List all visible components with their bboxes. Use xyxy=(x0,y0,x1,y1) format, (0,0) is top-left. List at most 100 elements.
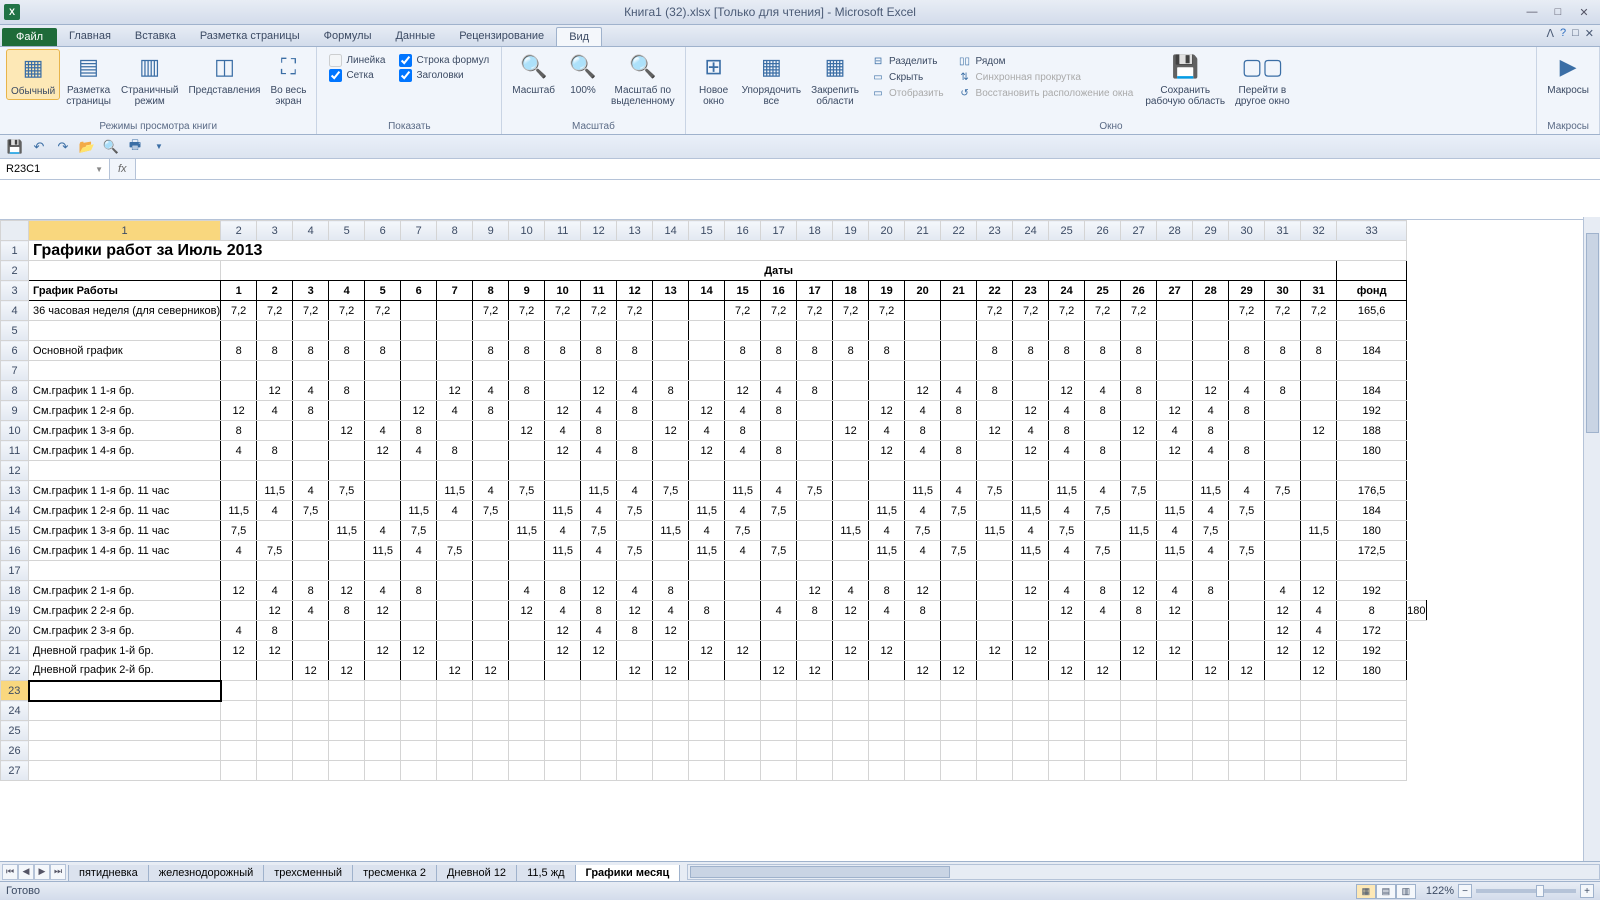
cell[interactable]: 12 xyxy=(1013,441,1049,461)
cell[interactable]: 7,5 xyxy=(437,541,473,561)
select-all-corner[interactable] xyxy=(1,221,29,241)
zoom-in-button[interactable]: + xyxy=(1580,884,1594,898)
cell[interactable] xyxy=(941,521,977,541)
gridlines-checkbox[interactable]: Сетка xyxy=(329,68,385,83)
cell[interactable] xyxy=(545,381,581,401)
cell[interactable]: 11,5 xyxy=(1013,501,1049,521)
cell[interactable] xyxy=(1121,461,1157,481)
cell[interactable]: 8 xyxy=(725,421,761,441)
cell[interactable] xyxy=(941,301,977,321)
cell[interactable] xyxy=(1157,361,1193,381)
cell[interactable]: 7,5 xyxy=(977,481,1013,501)
cell[interactable]: 4 xyxy=(941,381,977,401)
cell[interactable] xyxy=(833,361,869,381)
cell[interactable] xyxy=(581,561,617,581)
cell[interactable] xyxy=(1265,661,1301,681)
cell[interactable] xyxy=(365,481,401,501)
cell[interactable] xyxy=(833,461,869,481)
cell[interactable]: 12 xyxy=(545,641,581,661)
cell[interactable] xyxy=(1013,381,1049,401)
cell[interactable]: 7,5 xyxy=(905,521,941,541)
cell[interactable]: 12 xyxy=(329,421,365,441)
cell[interactable] xyxy=(617,361,653,381)
cell[interactable] xyxy=(1265,541,1301,561)
cell[interactable] xyxy=(1121,361,1157,381)
cell[interactable] xyxy=(941,641,977,661)
cell[interactable] xyxy=(1265,321,1301,341)
cell[interactable]: 12 xyxy=(833,421,869,441)
cell[interactable] xyxy=(977,621,1013,641)
cell[interactable]: 4 xyxy=(545,421,581,441)
cell[interactable]: 8 xyxy=(1085,401,1121,421)
minimize-button[interactable]: — xyxy=(1520,4,1544,20)
col-header[interactable]: 10 xyxy=(509,221,545,241)
cell[interactable]: 4 xyxy=(689,521,725,541)
cell[interactable] xyxy=(1301,561,1337,581)
active-cell[interactable] xyxy=(29,681,221,701)
cell[interactable] xyxy=(1193,641,1229,661)
cell[interactable]: 8 xyxy=(833,341,869,361)
cell[interactable]: 4 xyxy=(761,381,797,401)
row-label[interactable]: См.график 1 2-я бр. 11 час xyxy=(29,501,221,521)
cell[interactable]: 7,5 xyxy=(1085,501,1121,521)
cell[interactable]: 12 xyxy=(833,641,869,661)
cell[interactable]: 4 xyxy=(725,541,761,561)
col-header[interactable]: 23 xyxy=(977,221,1013,241)
col-header[interactable]: 32 xyxy=(1301,221,1337,241)
cell[interactable] xyxy=(1013,561,1049,581)
cell[interactable] xyxy=(329,401,365,421)
cell[interactable] xyxy=(1229,421,1265,441)
cell[interactable] xyxy=(509,321,545,341)
cell[interactable] xyxy=(293,361,329,381)
fund-cell[interactable]: 180 xyxy=(1407,601,1426,621)
cell[interactable] xyxy=(653,501,689,521)
cell[interactable] xyxy=(365,361,401,381)
col-header[interactable]: 29 xyxy=(1193,221,1229,241)
cell[interactable] xyxy=(1121,401,1157,421)
cell[interactable]: 8 xyxy=(1121,381,1157,401)
cell[interactable]: 8 xyxy=(761,341,797,361)
cell[interactable]: 11,5 xyxy=(869,501,905,521)
row-label[interactable]: Дневной график 2-й бр. xyxy=(29,661,221,681)
fund-cell[interactable]: 172,5 xyxy=(1337,541,1407,561)
cell[interactable]: 7,2 xyxy=(581,301,617,321)
cell[interactable] xyxy=(977,581,1013,601)
cell[interactable]: 7,5 xyxy=(1265,481,1301,501)
cell[interactable] xyxy=(329,461,365,481)
cell[interactable]: 8 xyxy=(1229,401,1265,421)
cell[interactable] xyxy=(941,361,977,381)
cell[interactable]: 12 xyxy=(617,661,653,681)
cell[interactable] xyxy=(1265,421,1301,441)
cell[interactable]: 7,5 xyxy=(473,501,509,521)
cell[interactable]: 4 xyxy=(833,581,869,601)
col-header[interactable]: 14 xyxy=(653,221,689,241)
col-header[interactable]: 5 xyxy=(329,221,365,241)
cell[interactable]: 8 xyxy=(545,341,581,361)
cell[interactable]: 12 xyxy=(581,581,617,601)
cell[interactable]: 11,5 xyxy=(905,481,941,501)
col-header[interactable]: 11 xyxy=(545,221,581,241)
cell[interactable]: 8 xyxy=(869,341,905,361)
cell[interactable] xyxy=(401,321,437,341)
cell[interactable] xyxy=(1049,641,1085,661)
cell[interactable]: 4 xyxy=(1049,501,1085,521)
cell[interactable]: 4 xyxy=(725,441,761,461)
cell[interactable] xyxy=(437,341,473,361)
col-header[interactable]: 18 xyxy=(797,221,833,241)
cell[interactable]: 8 xyxy=(221,421,257,441)
cell[interactable]: 4 xyxy=(473,381,509,401)
cell[interactable] xyxy=(1013,361,1049,381)
cell[interactable]: 4 xyxy=(1193,541,1229,561)
cell[interactable] xyxy=(833,661,869,681)
cell[interactable] xyxy=(1301,481,1337,501)
cell[interactable] xyxy=(1049,321,1085,341)
cell[interactable] xyxy=(1193,621,1229,641)
cell[interactable]: 8 xyxy=(1085,341,1121,361)
cell[interactable]: 7,2 xyxy=(293,301,329,321)
cell[interactable] xyxy=(581,361,617,381)
cell[interactable] xyxy=(329,641,365,661)
cell[interactable]: 7,5 xyxy=(1121,481,1157,501)
col-header[interactable]: 3 xyxy=(257,221,293,241)
cell[interactable] xyxy=(833,481,869,501)
cell[interactable]: 8 xyxy=(1085,441,1121,461)
